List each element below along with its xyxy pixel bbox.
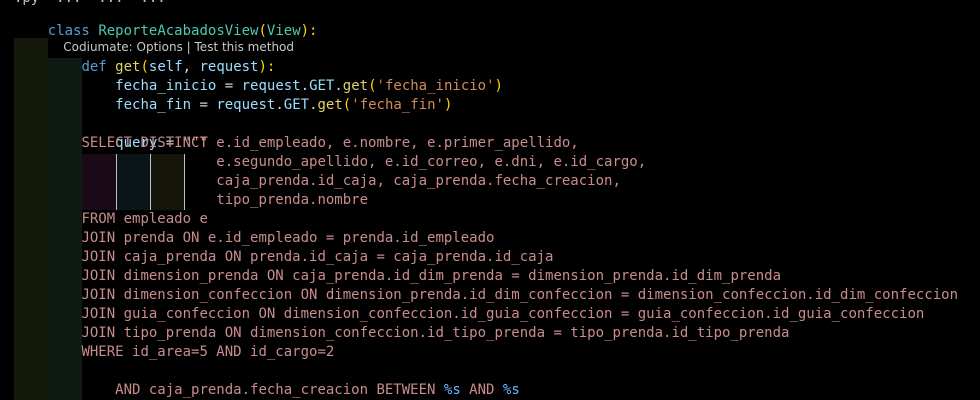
sql-line[interactable]: JOIN caja_prenda ON prenda.id_caja = caj…: [14, 248, 553, 267]
call-close-paren: ): [443, 97, 453, 113]
get-attr: GET: [283, 97, 310, 113]
dot: .: [309, 97, 318, 113]
call-close-paren: ): [494, 78, 503, 94]
var-fecha-fin: fecha_fin: [115, 97, 192, 113]
sql-line[interactable]: WHERE id_area=5 AND id_cargo=2: [14, 343, 334, 362]
class-declaration-line[interactable]: class ReporteAcabadosView(View):: [14, 3, 318, 39]
close-paren: ):: [300, 23, 318, 39]
codelens-bar: Codiumate: Options | Test this method: [48, 22, 294, 54]
sql-text: AND: [460, 382, 503, 398]
sql-text: FROM empleado e: [81, 211, 208, 227]
get-method: get: [317, 97, 343, 113]
sql-line[interactable]: e.segundo_apellido, e.id_correo, e.dni, …: [14, 153, 646, 172]
sql-line[interactable]: SELECT DISTINCT e.id_empleado, e.nombre,…: [14, 134, 579, 153]
sql-line[interactable]: caja_prenda.id_caja, caja_prenda.fecha_c…: [14, 172, 621, 191]
sql-text: AND caja_prenda.fecha_creacion BETWEEN: [115, 382, 444, 398]
triple-quote-close-line[interactable]: """: [14, 381, 140, 400]
sql-text: JOIN dimension_confeccion ON dimension_p…: [81, 287, 959, 303]
def-line[interactable]: def get(self, request):: [14, 39, 275, 75]
sql-text: WHERE id_area=5 AND id_cargo=2: [81, 344, 335, 360]
call-open-paren: (: [342, 97, 352, 113]
sql-text: JOIN dimension_prenda ON caja_prenda.id_…: [81, 268, 782, 284]
sql-line[interactable]: JOIN dimension_confeccion ON dimension_p…: [14, 286, 958, 305]
sql-text: JOIN prenda ON e.id_empleado = prenda.id…: [81, 230, 495, 246]
assign-operator: =: [191, 97, 217, 113]
sql-text: tipo_prenda.nombre: [81, 192, 369, 208]
sql-line[interactable]: JOIN dimension_prenda ON caja_prenda.id_…: [14, 267, 781, 286]
format-placeholder: %s: [502, 382, 520, 398]
sql-line[interactable]: FROM empleado e: [14, 210, 208, 229]
sql-line[interactable]: JOIN tipo_prenda ON dimension_confeccion…: [14, 324, 789, 343]
sql-line[interactable]: tipo_prenda.nombre: [14, 191, 368, 210]
code-editor[interactable]: .py ... ... ... class ReporteAcabadosVie…: [0, 0, 980, 400]
sql-text: e.segundo_apellido, e.id_correo, e.dni, …: [81, 154, 647, 170]
request-object: request: [216, 97, 276, 113]
assign-fecha-inicio-line[interactable]: fecha_inicio = request.GET.get('fecha_in…: [14, 58, 503, 94]
dot: .: [275, 97, 284, 113]
string-arg: 'fecha_fin': [351, 97, 444, 113]
sql-line[interactable]: JOIN prenda ON e.id_empleado = prenda.id…: [14, 229, 494, 248]
sql-text: JOIN caja_prenda ON prenda.id_caja = caj…: [81, 249, 554, 265]
sql-text: SELECT DISTINCT e.id_empleado, e.nombre,…: [81, 135, 579, 151]
sql-between-line[interactable]: AND caja_prenda.fecha_creacion BETWEEN %…: [14, 362, 520, 398]
sql-text: caja_prenda.id_caja, caja_prenda.fecha_c…: [81, 173, 621, 189]
sql-text: JOIN tipo_prenda ON dimension_confeccion…: [81, 325, 790, 341]
format-placeholder: %s: [443, 382, 461, 398]
query-assign-line[interactable]: query = """: [14, 115, 208, 151]
sql-text: JOIN guia_confeccion ON dimension_confec…: [81, 306, 925, 322]
assign-fecha-fin-line[interactable]: fecha_fin = request.GET.get('fecha_fin'): [14, 77, 452, 113]
sql-line[interactable]: JOIN guia_confeccion ON dimension_confec…: [14, 305, 924, 324]
